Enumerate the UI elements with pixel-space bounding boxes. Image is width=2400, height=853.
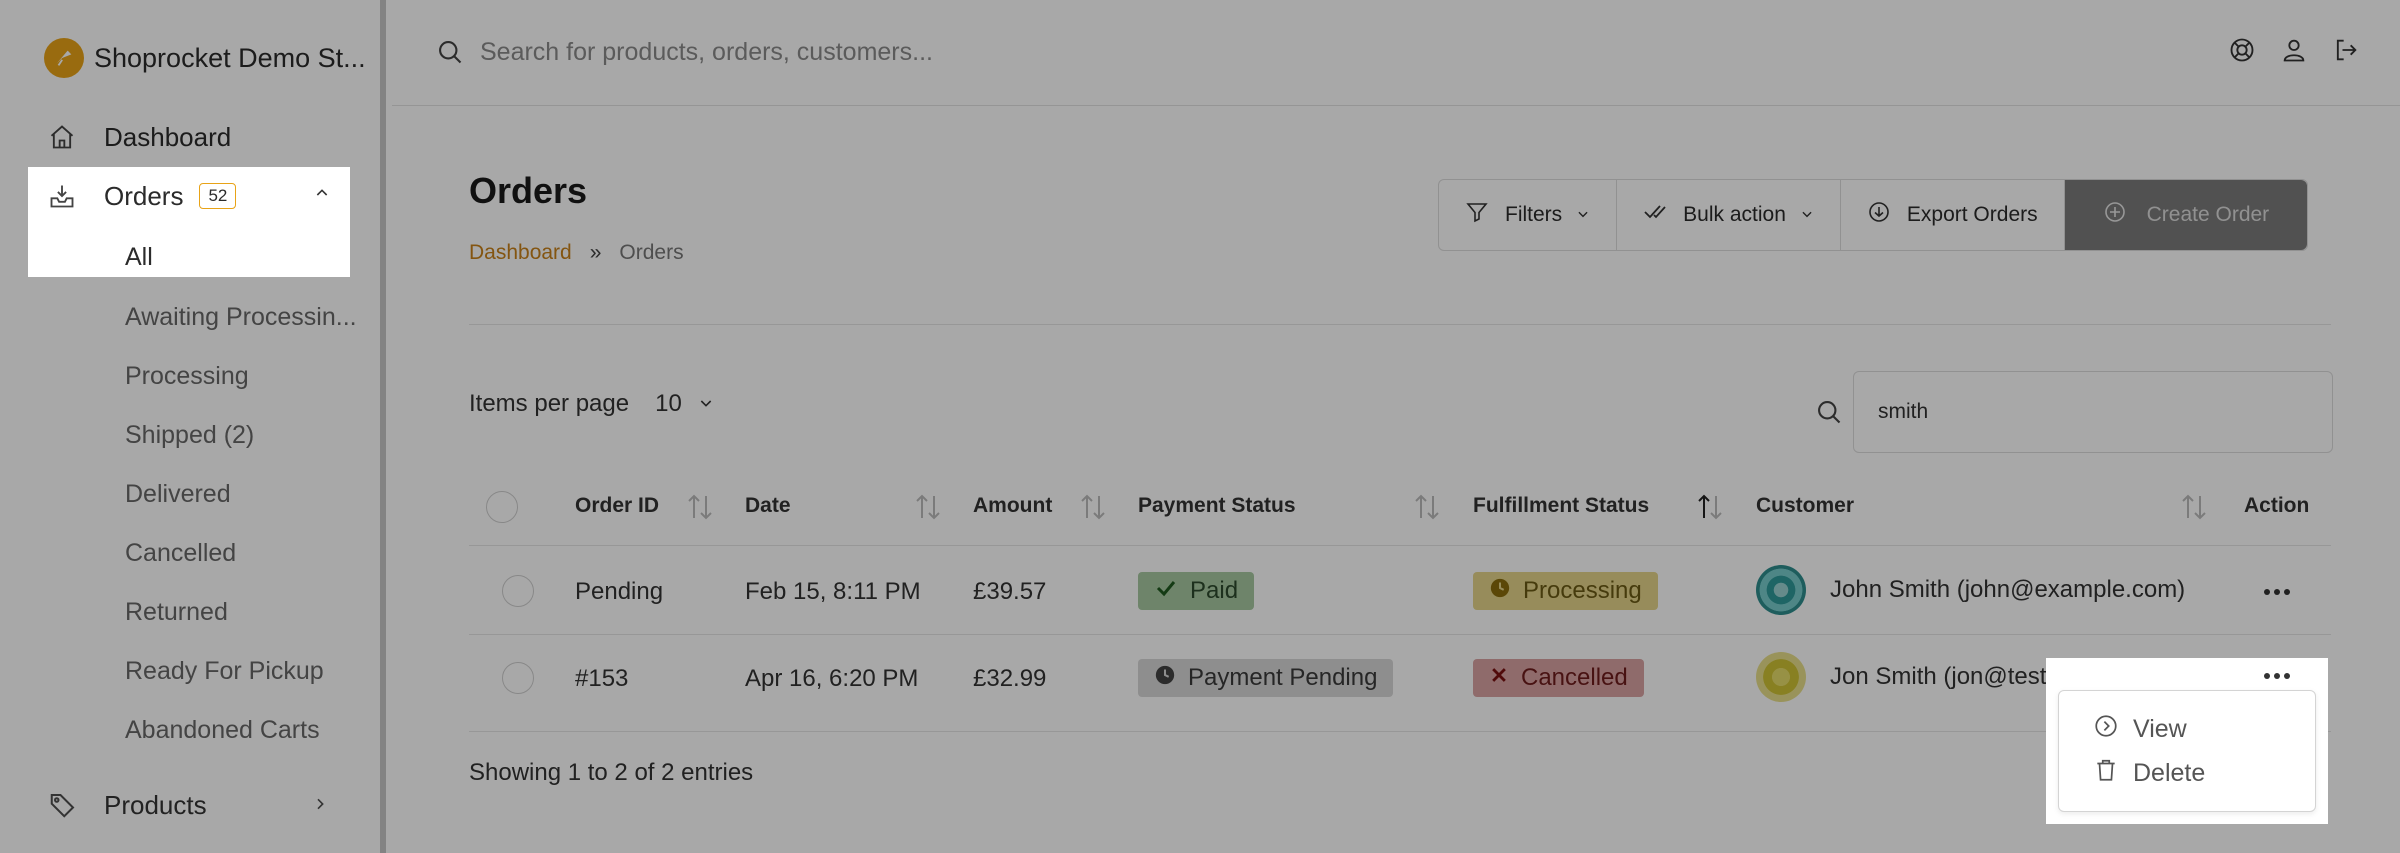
fulfillment-status-badge: Cancelled <box>1473 659 1644 697</box>
column-header-date[interactable]: Date <box>745 494 791 518</box>
export-orders-button[interactable]: Export Orders <box>1841 180 2065 250</box>
sort-icon[interactable] <box>914 492 942 527</box>
sidebar-item-dashboard[interactable]: Dashboard <box>28 108 348 166</box>
more-actions-icon[interactable] <box>2262 668 2292 686</box>
delete-menu-item[interactable]: Delete <box>2093 757 2205 790</box>
fulfillment-status-label: Processing <box>1523 577 1642 604</box>
order-id-cell[interactable]: Pending <box>575 578 663 606</box>
breadcrumb-separator: » <box>589 241 602 264</box>
delete-label: Delete <box>2133 759 2206 787</box>
bulk-action-label: Bulk action <box>1683 203 1786 226</box>
store-name: Shoprocket Demo St... <box>94 42 366 73</box>
sidebar-item-orders-group: Orders 52 All <box>28 167 350 277</box>
amount-cell: £39.57 <box>973 578 1047 605</box>
breadcrumb-dashboard-link[interactable]: Dashboard <box>469 241 572 265</box>
help-lifebuoy-icon[interactable] <box>2228 36 2256 69</box>
export-orders-label: Export Orders <box>1906 203 2038 226</box>
bulk-action-button[interactable]: Bulk action <box>1617 180 1841 250</box>
chevron-down-icon <box>1800 203 1814 227</box>
sidebar-item-label: Orders <box>104 180 184 211</box>
create-order-label: Create Order <box>2146 203 2270 226</box>
fulfillment-status-label: Cancelled <box>1521 664 1628 691</box>
sort-ascending-icon[interactable] <box>1696 492 1724 527</box>
table-search-input[interactable] <box>1853 371 2333 453</box>
filters-label: Filters <box>1505 203 1563 226</box>
payment-status-badge: Payment Pending <box>1138 659 1394 697</box>
sidebar: Shoprocket Demo St... Dashboard <box>0 0 386 853</box>
more-actions-icon[interactable] <box>2262 584 2292 602</box>
items-per-page-label: Items per page <box>469 390 630 417</box>
items-per-page[interactable]: Items per page 10 <box>469 390 714 418</box>
view-label: View <box>2133 715 2187 743</box>
row-action-dropdown: View Delete <box>2058 690 2316 812</box>
date-cell: Feb 15, 8:11 PM <box>745 578 921 605</box>
clock-icon <box>1154 664 1176 693</box>
chevron-down-icon <box>1576 203 1590 227</box>
top-bar <box>392 0 2400 106</box>
create-order-button[interactable]: Create Order <box>2064 180 2308 250</box>
column-header-customer[interactable]: Customer <box>1756 494 1854 518</box>
global-search-input[interactable] <box>480 30 1180 74</box>
avatar <box>1756 652 1806 702</box>
sort-icon[interactable] <box>2180 492 2208 527</box>
sidebar-item-orders[interactable]: Orders 52 <box>28 167 350 225</box>
double-check-icon <box>1643 200 1667 230</box>
search-icon <box>1815 398 1843 431</box>
inbox-download-icon <box>48 182 88 210</box>
chevron-up-icon[interactable] <box>314 185 330 206</box>
filters-button[interactable]: Filters <box>1439 180 1618 250</box>
page-title: Orders <box>469 170 588 211</box>
payment-status-label: Paid <box>1190 577 1239 604</box>
view-menu-item[interactable]: View <box>2093 713 2187 746</box>
shoprocket-logo-icon <box>44 38 84 78</box>
column-header-order-id[interactable]: Order ID <box>575 494 659 518</box>
close-icon <box>1489 664 1509 692</box>
arrow-right-circle-icon <box>2093 713 2119 746</box>
select-all-checkbox[interactable] <box>486 491 518 523</box>
row-checkbox[interactable] <box>502 575 534 607</box>
breadcrumb-current: Orders <box>619 241 684 264</box>
column-header-payment-status[interactable]: Payment Status <box>1138 494 1296 518</box>
payment-status-label: Payment Pending <box>1188 664 1378 691</box>
column-header-action: Action <box>2244 494 2310 517</box>
section-divider <box>469 324 2331 325</box>
download-circle-icon <box>1867 200 1891 230</box>
sort-icon[interactable] <box>1079 492 1107 527</box>
customer-cell[interactable]: John Smith (john@example.com) <box>1830 576 2185 604</box>
date-cell: Apr 16, 6:20 PM <box>745 665 919 692</box>
orders-toolbar: Filters Bulk action Export Orders Create… <box>1438 179 2309 251</box>
row-divider <box>469 545 2331 546</box>
filter-icon <box>1465 200 1489 230</box>
column-header-fulfillment-status[interactable]: Fulfillment Status <box>1473 494 1649 518</box>
avatar <box>1756 565 1806 615</box>
orders-count-badge: 52 <box>199 183 237 209</box>
trash-icon <box>2093 757 2119 790</box>
sidebar-item-label: Dashboard <box>104 121 232 152</box>
items-per-page-value[interactable]: 10 <box>655 390 682 418</box>
home-icon <box>48 123 88 151</box>
clock-icon <box>1489 577 1511 606</box>
row-divider <box>469 634 2331 635</box>
column-header-amount[interactable]: Amount <box>973 494 1052 518</box>
sort-icon[interactable] <box>686 492 714 527</box>
amount-cell: £32.99 <box>973 665 1047 692</box>
table-info: Showing 1 to 2 of 2 entries <box>469 759 754 786</box>
order-id-cell[interactable]: #153 <box>575 665 628 693</box>
row-checkbox[interactable] <box>502 662 534 694</box>
user-icon[interactable] <box>2280 36 2308 69</box>
sort-icon[interactable] <box>1413 492 1441 527</box>
search-icon <box>436 38 464 71</box>
brand[interactable]: Shoprocket Demo St... <box>44 38 366 78</box>
top-icons <box>2228 36 2360 69</box>
plus-circle-icon <box>2103 200 2127 230</box>
logout-icon[interactable] <box>2332 36 2360 69</box>
payment-status-badge: Paid <box>1138 572 1255 610</box>
sidebar-subitem-all[interactable]: All <box>125 243 153 272</box>
breadcrumb: Dashboard » Orders <box>469 241 684 265</box>
fulfillment-status-badge: Processing <box>1473 572 1658 610</box>
check-icon <box>1154 576 1178 607</box>
chevron-down-icon[interactable] <box>698 390 714 418</box>
